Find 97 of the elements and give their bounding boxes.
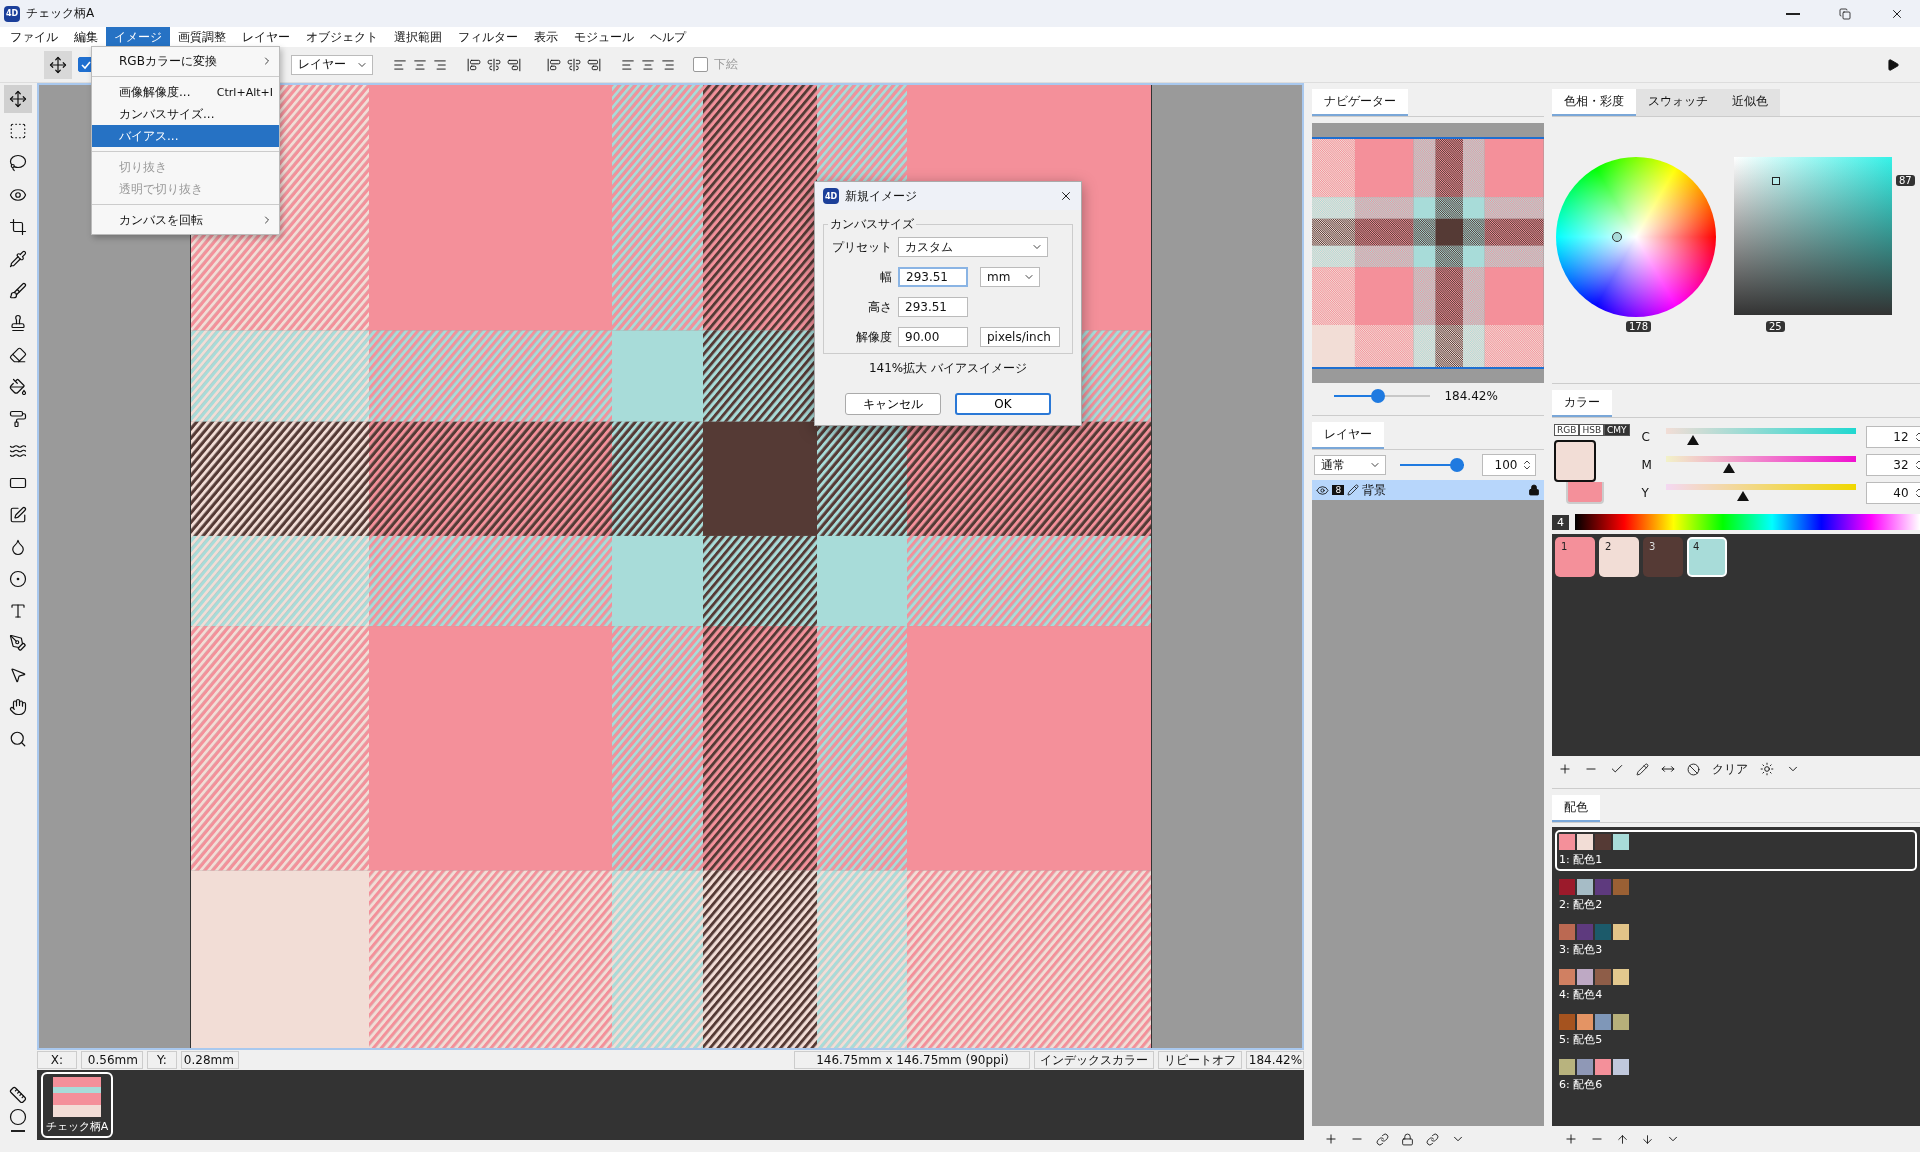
dialog-button[interactable]: OK [955,393,1051,415]
field-label: 幅 [879,268,892,286]
panel-tab[interactable]: 色相・彩度 [1552,89,1636,116]
menu-item[interactable]: レイヤー [234,27,298,47]
input-field[interactable]: 293.51 [898,297,968,317]
color-swatch[interactable]: 4 [1687,537,1727,577]
saturation-reading: 25 [1766,321,1785,332]
color-scheme[interactable]: 6: 配色6 [1555,1055,1917,1096]
menu-item[interactable]: カンバスを回転 [92,209,279,231]
field-label: 解像度 [855,328,892,346]
scheme-name: 3: 配色3 [1559,942,1604,957]
color-scheme[interactable]: 5: 配色5 [1555,1010,1917,1051]
menu-item[interactable]: 編集 [66,27,106,47]
layer-name: 背景 [1362,481,1387,499]
input-field[interactable]: 90.00 [898,327,968,347]
menu-item[interactable]: RGBカラーに変換 [92,50,279,72]
field-label: プリセット [831,238,892,256]
color-scheme[interactable]: 4: 配色4 [1555,965,1917,1006]
scheme-name: 6: 配色6 [1559,1077,1604,1092]
menu-item-label: RGBカラーに変換 [119,52,217,70]
color-mode-tab[interactable]: CMY [1604,424,1630,436]
dialog-button[interactable]: キャンセル [845,393,941,415]
color-swatch[interactable]: 2 [1599,537,1639,577]
color-swatch[interactable]: 1 [1555,537,1595,577]
channel-label: M [1641,458,1653,472]
shortcut-label: Ctrl+Alt+I [216,85,273,99]
dialog-note: 141%拡大 バイアスイメージ [867,360,1029,377]
hue-reading: 178 [1626,321,1652,332]
color-scheme[interactable]: 3: 配色3 [1555,920,1917,961]
menu-item[interactable]: 画像解像度... Ctrl+Alt+I [92,81,279,103]
panel-tab[interactable]: ナビゲーター [1312,89,1409,116]
bit-depth-label: 8 [1332,485,1345,495]
menu-item[interactable]: ヘルプ [642,27,694,47]
group-label: カンバスサイズ [828,216,916,233]
menu-item-label: 透明で切り抜き [119,180,203,198]
channel-label: Y [1641,486,1650,500]
target-select[interactable]: レイヤー [291,54,373,75]
zoom-reading: 184.42% [1246,1051,1305,1069]
value-reading: 87 [1896,175,1915,186]
color-mode-tab[interactable]: HSB [1579,424,1605,436]
scheme-name: 4: 配色4 [1559,987,1604,1002]
x-reading: 0.56mm [80,1051,143,1069]
checkbox-label: 下絵 [714,56,738,73]
field-label: 高さ [867,298,892,316]
panel-tab[interactable]: 近似色 [1720,89,1780,116]
y-reading: 0.28mm [180,1051,239,1069]
menu-item[interactable]: 画質調整 [170,27,234,47]
dialog-title: 新規イメージ [845,187,917,205]
clear-button[interactable]: クリア [1712,760,1748,778]
palette-index: 4 [1552,514,1569,530]
menu-item-label: バイアス... [119,127,179,145]
menu-item-label: 画像解像度... [119,83,191,101]
opacity-field[interactable]: 100 [1482,454,1537,476]
channel-label: C [1641,430,1651,444]
color-mode[interactable]: インデックスカラー [1034,1051,1155,1069]
app-logo: 4D [4,5,20,22]
channel-field[interactable]: 32 [1865,454,1920,476]
zoom-reading: 184.42% [1444,389,1498,403]
menu-item-label: 切り抜き [119,158,167,176]
input-field[interactable]: 293.51 [898,267,968,287]
document-tab[interactable]: チェック柄A [40,1072,113,1138]
panel-tab[interactable]: カラー [1552,390,1612,417]
image-size: 146.75mm x 146.75mm (90ppi) [794,1051,1031,1069]
layer-row[interactable]: 8 背景 [1312,480,1544,500]
unit-select[interactable]: pixels/inch [980,327,1060,347]
channel-field[interactable]: 12 [1865,426,1920,448]
menu-item[interactable]: 選択範囲 [386,27,450,47]
panel-tab[interactable]: レイヤー [1312,422,1385,449]
document-name: チェック柄A [45,1118,109,1134]
repeat-mode[interactable]: リピートオフ [1158,1051,1243,1069]
menu-item[interactable]: フィルター [450,27,526,47]
app-logo: 4D [823,188,839,204]
menu-item[interactable]: オブジェクト [298,27,386,47]
panel-tab[interactable]: 配色 [1552,795,1600,822]
color-scheme[interactable]: 2: 配色2 [1555,875,1917,916]
channel-field[interactable]: 40 [1865,482,1920,504]
menu-item[interactable]: バイアス... [92,125,279,147]
y-label: Y: [146,1051,177,1069]
x-label: X: [36,1051,77,1069]
menu-item[interactable]: モジュール [566,27,642,47]
color-scheme[interactable]: 1: 配色1 [1555,830,1917,871]
window-title: チェック柄A [26,5,95,22]
menu-item[interactable]: イメージ [106,27,170,47]
menu-item-label: カンバスサイズ... [119,105,215,123]
color-swatch[interactable]: 3 [1643,537,1683,577]
menu-item[interactable]: 表示 [526,27,566,47]
blend-mode-select[interactable]: 通常 [1314,455,1387,475]
color-mode-tab[interactable]: RGB [1554,424,1580,436]
unit-select[interactable]: mm [980,267,1040,287]
menu-item[interactable]: ファイル [2,27,66,47]
scheme-name: 1: 配色1 [1559,852,1604,867]
scheme-name: 2: 配色2 [1559,897,1604,912]
panel-tab[interactable]: スウォッチ [1636,89,1720,116]
preset-select[interactable]: カスタム [898,237,1048,257]
scheme-name: 5: 配色5 [1559,1032,1604,1047]
menu-item[interactable]: カンバスサイズ... [92,103,279,125]
menu-item-label: カンバスを回転 [119,211,203,229]
